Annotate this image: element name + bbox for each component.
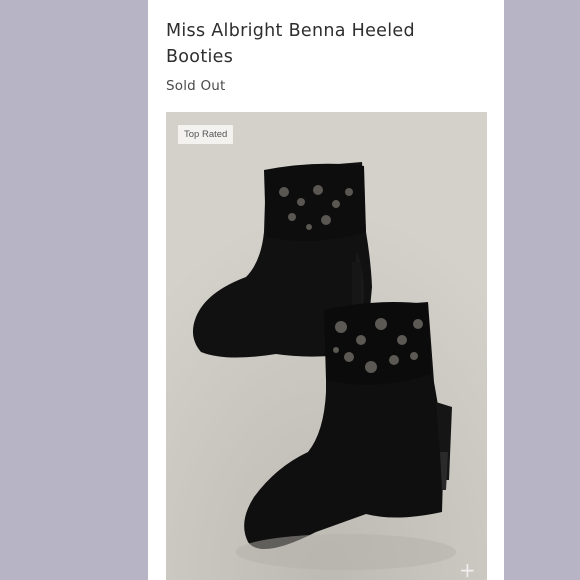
right-background bbox=[504, 0, 580, 580]
booties-illustration bbox=[166, 112, 487, 580]
top-rated-badge: Top Rated bbox=[178, 125, 234, 144]
product-card: Miss Albright Benna Heeled Booties Sold … bbox=[148, 0, 504, 580]
availability-status: Sold Out bbox=[166, 78, 226, 94]
plus-icon[interactable]: + bbox=[459, 560, 476, 580]
product-title: Miss Albright Benna Heeled Booties bbox=[166, 21, 415, 67]
product-image[interactable]: Top Rated + bbox=[166, 112, 487, 580]
left-background bbox=[0, 0, 148, 580]
